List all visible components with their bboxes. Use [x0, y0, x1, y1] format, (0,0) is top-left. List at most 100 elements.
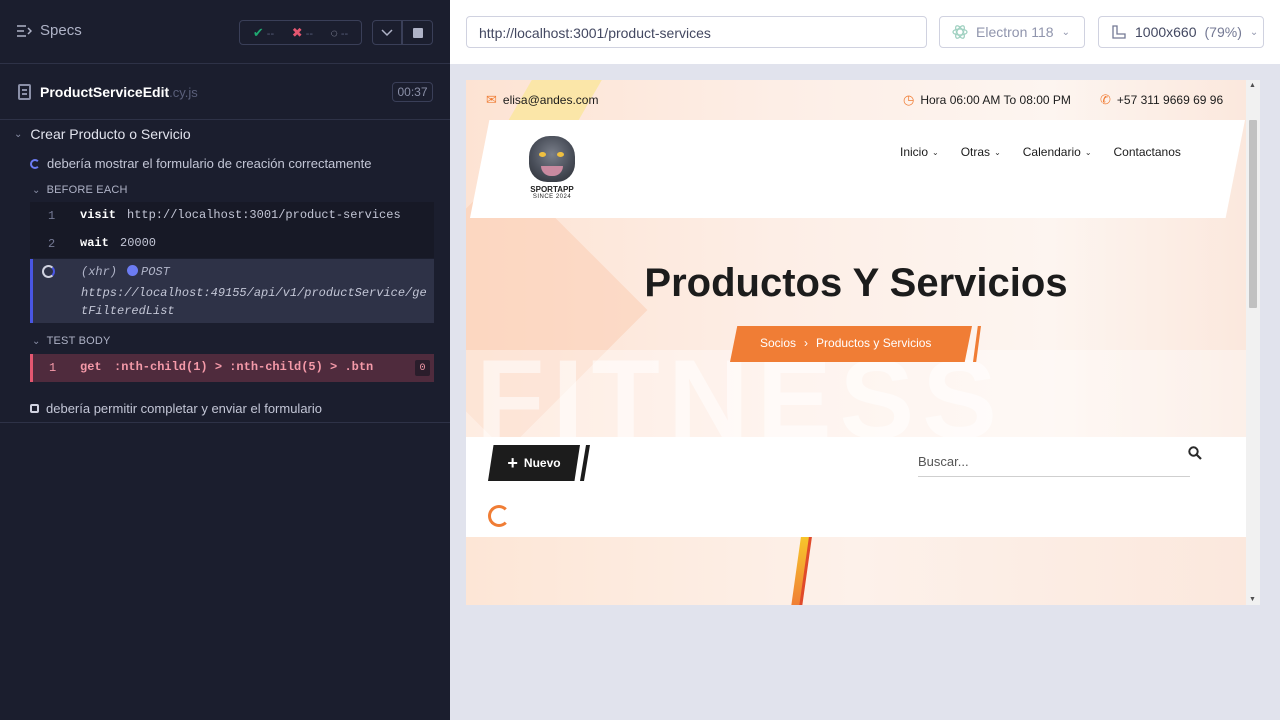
duration-badge: 00:37 — [392, 82, 433, 102]
reporter-header: Specs ✔ -- ✖ -- ◌ -- — [0, 0, 450, 64]
stop-icon — [412, 27, 423, 38]
chevron-down-icon — [381, 28, 393, 36]
test-stats: ✔ -- ✖ -- ◌ -- — [239, 20, 362, 45]
electron-icon — [952, 25, 968, 39]
app-preview-area: http://localhost:3001/product-services E… — [450, 0, 1280, 720]
nav-item-calendario[interactable]: Calendario ⌄ — [1023, 145, 1092, 159]
email-info[interactable]: ✉ elisa@andes.com — [486, 92, 598, 108]
xhr-method-text: POST — [141, 265, 170, 279]
command-number: 2 — [48, 237, 56, 251]
chevron-down-icon: ⌄ — [1249, 26, 1259, 38]
zoom-level: (79%) — [1204, 24, 1242, 40]
spec-file-name[interactable]: ProductServiceEdit.cy.js — [40, 84, 198, 100]
browser-selector[interactable]: Electron 118 ⌄ — [939, 16, 1085, 48]
nav-menu: Inicio ⌄ Otras ⌄ Calendario ⌄ Contactanos — [900, 145, 1181, 159]
pending-circle-icon: ◌ — [330, 25, 338, 40]
before-each-hook[interactable]: ⌄ BEFORE EACH — [32, 184, 128, 196]
hours-info: ◷ Hora 06:00 AM To 08:00 PM — [903, 92, 1071, 108]
chevron-right-icon: › — [804, 336, 809, 350]
search-input[interactable]: Buscar... — [918, 441, 1190, 477]
nav-label: Calendario — [1022, 145, 1081, 159]
suite-title-text: Crear Producto o Servicio — [30, 126, 191, 142]
nav-item-inicio[interactable]: Inicio ⌄ — [900, 145, 939, 159]
clock-icon: ◷ — [903, 92, 915, 107]
vertical-scrollbar[interactable]: ▲ ▼ — [1246, 80, 1260, 605]
collapse-all-button[interactable] — [372, 20, 402, 45]
active-command-row[interactable]: 1 get :nth-child(1) > :nth-child(5) > .b… — [30, 354, 434, 382]
chevron-down-icon: ⌄ — [932, 147, 939, 157]
hours-text: Hora 06:00 AM To 08:00 PM — [920, 93, 1071, 107]
test-title: debería permitir completar y enviar el f… — [46, 401, 322, 416]
xhr-url: https://localhost:49155/api/v1/productSe… — [81, 286, 427, 318]
failed-stat: ✖ -- — [292, 25, 313, 41]
phone-info[interactable]: ✆ +57 311 9669 69 96 — [1100, 92, 1223, 108]
bulldog-logo-icon — [529, 136, 575, 182]
running-spinner-icon — [30, 158, 40, 169]
command-row[interactable]: 1 visit http://localhost:3001/product-se… — [30, 202, 434, 230]
test-item-running[interactable]: debería mostrar el formulario de creació… — [30, 156, 371, 171]
stop-button[interactable] — [402, 20, 433, 45]
cross-icon: ✖ — [291, 24, 303, 40]
command-arg: 20000 — [120, 236, 157, 250]
phone-text: +57 311 9669 69 96 — [1116, 93, 1224, 107]
email-text: elisa@andes.com — [502, 93, 599, 107]
hook-label: BEFORE EACH — [46, 184, 128, 196]
check-icon: ✔ — [252, 24, 264, 40]
command-row[interactable]: 2 wait 20000 — [30, 230, 434, 258]
plus-icon: + — [507, 452, 518, 473]
spec-file-basename: ProductServiceEdit — [40, 84, 170, 100]
list-toolbar: + Nuevo Buscar... — [466, 437, 1246, 537]
element-count-badge: 0 — [415, 360, 430, 376]
aut-url-bar[interactable]: http://localhost:3001/product-services — [466, 16, 927, 48]
loading-spinner-icon — [488, 505, 510, 527]
nav-item-contactanos[interactable]: Contactanos — [1114, 145, 1181, 159]
test-body-hook[interactable]: ⌄ TEST BODY — [32, 335, 111, 347]
logo-subtitle: SINCE 2024 — [532, 194, 572, 200]
scrollbar-thumb[interactable] — [1249, 120, 1257, 308]
nav-label: Contactanos — [1113, 145, 1181, 159]
divider — [0, 422, 450, 423]
passed-stat: ✔ -- — [253, 25, 274, 41]
xhr-command-row[interactable]: (xhr) POST https://localhost:49155/api/v… — [30, 259, 434, 323]
browser-name: Electron 118 — [976, 24, 1054, 40]
spec-file-header: ProductServiceEdit.cy.js 00:37 — [0, 64, 450, 120]
chevron-down-icon: ⌄ — [1084, 147, 1092, 157]
specs-list-icon — [17, 24, 32, 37]
failed-count: -- — [305, 27, 314, 40]
specs-button[interactable]: Specs — [16, 22, 82, 39]
new-button-accent — [580, 445, 590, 481]
test-item-pending[interactable]: debería permitir completar y enviar el f… — [30, 401, 322, 416]
test-title: debería mostrar el formulario de creació… — [47, 156, 372, 171]
document-icon — [18, 84, 31, 100]
xhr-method: POST — [127, 265, 170, 279]
page-title: Productos Y Servicios — [644, 261, 1068, 305]
breadcrumb: Socios › Productos y Servicios — [730, 326, 981, 362]
xhr-label: (xhr) — [81, 265, 118, 279]
suite-title[interactable]: ⌄ Crear Producto o Servicio — [14, 126, 191, 142]
aut-header: http://localhost:3001/product-services E… — [450, 0, 1280, 64]
phone-icon: ✆ — [1100, 92, 1111, 107]
logo-title: SPORTAPP — [530, 185, 574, 194]
xhr-meta: (xhr) POST — [81, 265, 170, 279]
chevron-down-icon: ⌄ — [32, 184, 41, 196]
viewport-selector[interactable]: 1000x660 (79%) ⌄ — [1098, 16, 1264, 48]
nav-label: Inicio — [900, 145, 929, 159]
pending-square-icon — [30, 404, 39, 413]
ruler-icon — [1112, 25, 1126, 39]
hook-label: TEST BODY — [46, 335, 111, 347]
search-icon[interactable] — [1188, 446, 1202, 460]
chevron-down-icon: ⌄ — [994, 147, 1001, 157]
command-selector: :nth-child(1) > :nth-child(5) > .btn — [114, 360, 374, 374]
reporter-panel: Specs ✔ -- ✖ -- ◌ -- ProductServiceEdit.… — [0, 0, 450, 720]
viewport-size: 1000x660 — [1135, 24, 1197, 40]
breadcrumb-link-socios[interactable]: Socios — [760, 336, 796, 350]
breadcrumb-current: Productos y Servicios — [816, 336, 932, 350]
scroll-up-icon[interactable]: ▲ — [1249, 82, 1256, 89]
spec-file-ext: .cy.js — [169, 85, 198, 100]
site-logo[interactable]: SPORTAPP SINCE 2024 — [522, 136, 582, 208]
nav-item-otras[interactable]: Otras ⌄ — [961, 145, 1001, 159]
scroll-down-icon[interactable]: ▼ — [1249, 596, 1256, 603]
command-number: 1 — [49, 361, 57, 375]
new-button[interactable]: + Nuevo — [488, 445, 580, 481]
command-arg: http://localhost:3001/product-services — [127, 208, 401, 222]
